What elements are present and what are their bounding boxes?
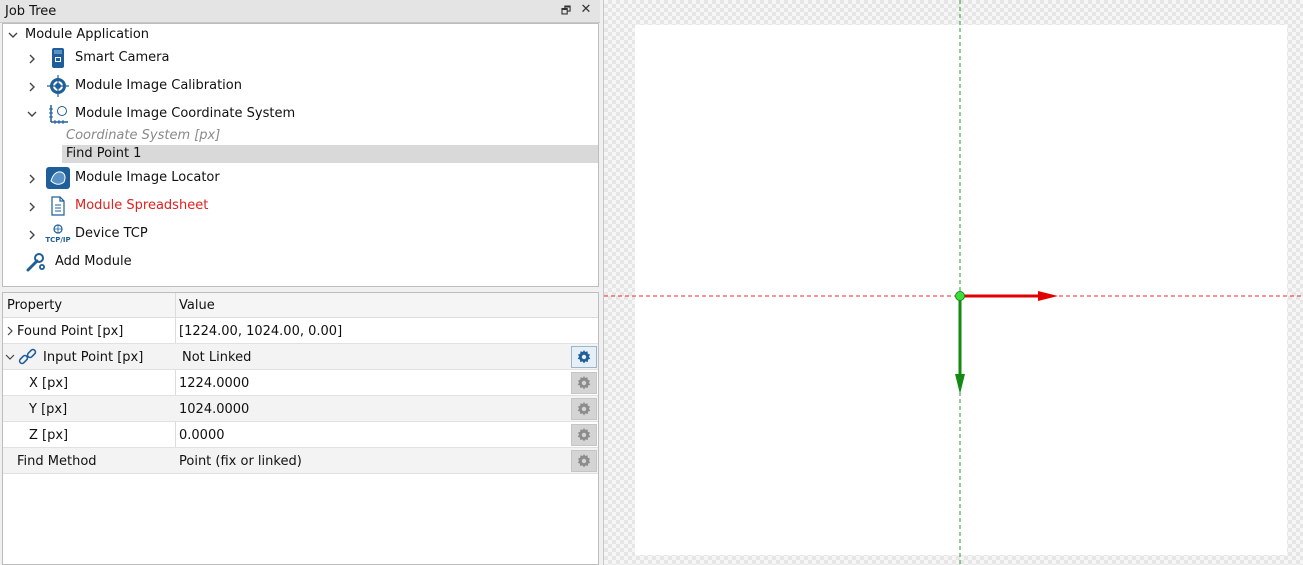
chevron-right-icon[interactable]	[26, 173, 38, 185]
property-row-find-method[interactable]: Find Method Point (fix or linked)	[3, 448, 598, 474]
coordinate-system-icon	[47, 103, 69, 125]
link-icon	[17, 346, 39, 368]
y-settings-button[interactable]	[571, 398, 597, 420]
x-axis-arrowhead	[1038, 291, 1058, 301]
property-name: Input Point [px]	[43, 350, 144, 365]
gear-icon	[577, 428, 591, 442]
calibration-target-icon	[47, 75, 69, 97]
property-name: X [px]	[29, 376, 69, 391]
tree-item-label: Device TCP	[75, 226, 148, 241]
add-module-button[interactable]: Add Module	[3, 251, 598, 273]
tree-item-module-image-calibration[interactable]: Module Image Calibration	[3, 75, 598, 97]
tree-item-label: Module Spreadsheet	[75, 198, 209, 213]
wrench-gear-icon	[25, 251, 47, 273]
z-settings-button[interactable]	[571, 424, 597, 446]
tree-item-module-spreadsheet[interactable]: Module Spreadsheet	[3, 195, 598, 217]
property-value[interactable]: Point (fix or linked)	[179, 454, 302, 469]
spreadsheet-icon	[49, 196, 71, 218]
property-row-input-point[interactable]: Input Point [px] Not Linked	[3, 344, 598, 370]
link-settings-button[interactable]	[571, 346, 597, 368]
tree-item-label: Module Image Calibration	[75, 78, 242, 93]
gear-icon	[577, 454, 591, 468]
tree-item-label: Find Point 1	[66, 146, 142, 161]
chevron-down-icon[interactable]	[26, 108, 38, 120]
tree-item-module-image-coordinate-system[interactable]: Module Image Coordinate System	[3, 103, 598, 125]
property-name: Y [px]	[29, 402, 68, 417]
tree-item-module-image-locator[interactable]: Module Image Locator	[3, 167, 598, 189]
column-header-property: Property	[7, 298, 63, 313]
y-axis-arrowhead	[955, 374, 965, 394]
chevron-right-icon[interactable]	[26, 201, 38, 213]
origin-point	[955, 291, 965, 301]
image-viewer[interactable]	[603, 0, 1303, 565]
job-tree-panel: Job Tree 🗗 ✕ Module Application Smart Ca…	[0, 0, 600, 565]
chevron-right-icon[interactable]	[26, 81, 38, 93]
chevron-right-icon[interactable]	[4, 325, 16, 337]
add-module-label: Add Module	[55, 254, 132, 269]
property-grid: Property Value Found Point [px] [1224.00…	[2, 292, 599, 565]
property-row-y[interactable]: Y [px] 1024.0000	[3, 396, 598, 422]
image-locator-icon	[46, 167, 70, 189]
property-name: Z [px]	[29, 428, 69, 443]
property-value[interactable]: 1224.0000	[179, 376, 249, 391]
tree-item-label: Module Image Locator	[75, 170, 220, 185]
gear-icon	[577, 376, 591, 390]
property-name: Found Point [px]	[17, 324, 124, 339]
property-grid-header: Property Value	[3, 293, 598, 318]
gear-icon	[577, 402, 591, 416]
tcp-ip-icon-text: TCP/IP	[45, 236, 71, 244]
restore-window-icon[interactable]: 🗗	[559, 4, 573, 18]
property-row-x[interactable]: X [px] 1224.0000	[3, 370, 598, 396]
coordinate-overlay	[604, 0, 1303, 565]
property-value: [1224.00, 1024.00, 0.00]	[179, 324, 343, 339]
column-header-value: Value	[179, 298, 215, 313]
tree-item-label: Module Image Coordinate System	[75, 106, 296, 121]
chevron-down-icon[interactable]	[7, 29, 19, 41]
tree-item-coordinate-system[interactable]: Coordinate System [px]	[3, 127, 598, 145]
property-value[interactable]: 1024.0000	[179, 402, 249, 417]
gear-icon	[577, 350, 591, 364]
property-row-z[interactable]: Z [px] 0.0000	[3, 422, 598, 448]
property-value[interactable]: 0.0000	[179, 428, 225, 443]
smart-camera-icon	[47, 47, 69, 69]
tree-item-device-tcp[interactable]: TCP/IP Device TCP	[3, 223, 598, 245]
job-tree-header: Job Tree 🗗 ✕	[0, 0, 600, 23]
property-row-found-point[interactable]: Found Point [px] [1224.00, 1024.00, 0.00…	[3, 318, 598, 344]
job-tree-title: Job Tree	[5, 4, 57, 19]
tcp-ip-icon: TCP/IP	[45, 223, 71, 245]
tree-item-smart-camera[interactable]: Smart Camera	[3, 47, 598, 69]
chevron-right-icon[interactable]	[26, 229, 38, 241]
tree-item-label: Module Application	[25, 27, 150, 42]
tree-item-find-point-1[interactable]: Find Point 1	[62, 145, 598, 163]
find-method-settings-button[interactable]	[571, 450, 597, 472]
job-tree: Module Application Smart Camera Module I…	[2, 23, 599, 287]
tree-item-label: Smart Camera	[75, 50, 170, 65]
tree-item-module-application[interactable]: Module Application	[3, 24, 598, 46]
x-settings-button[interactable]	[571, 372, 597, 394]
property-name: Find Method	[17, 454, 97, 469]
chevron-right-icon[interactable]	[26, 53, 38, 65]
chevron-down-icon[interactable]	[4, 351, 16, 363]
property-value: Not Linked	[182, 350, 252, 365]
tree-item-label: Coordinate System [px]	[66, 128, 221, 143]
close-icon[interactable]: ✕	[579, 3, 593, 17]
